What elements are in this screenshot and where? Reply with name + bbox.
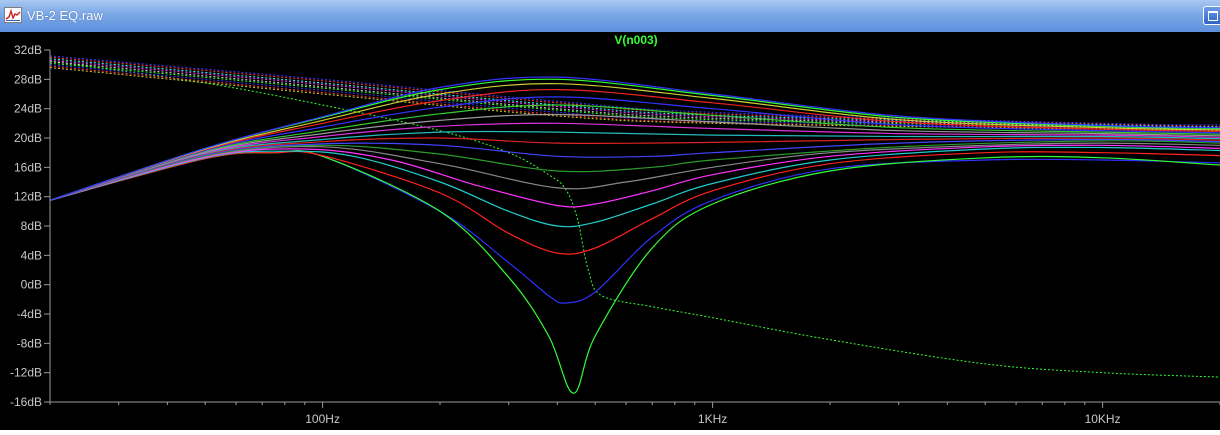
plot-pane[interactable]: 32dB 28dB 24dB 20dB 16dB 12dB 8dB 4dB 0dB -4dB -8d… bbox=[0, 32, 1220, 430]
magnitude-curve-11 bbox=[49, 122, 1220, 201]
maximize-button[interactable] bbox=[1203, 6, 1220, 25]
x-tick-label: 1KHz bbox=[698, 412, 727, 426]
window-title: VB-2 EQ.raw bbox=[27, 8, 103, 23]
y-tick-label: -4dB bbox=[17, 307, 42, 321]
y-tick-label: -8dB bbox=[17, 336, 42, 350]
waveform-icon bbox=[4, 7, 22, 23]
y-tick-label: 20dB bbox=[14, 131, 42, 145]
trace-title[interactable]: V(n003) bbox=[614, 33, 657, 47]
y-tick-label: 28dB bbox=[14, 72, 42, 86]
y-tick-label: -12dB bbox=[10, 366, 42, 380]
y-tick-label: 24dB bbox=[14, 102, 42, 116]
y-tick-label: -16dB bbox=[10, 395, 42, 409]
y-tick-label: 16dB bbox=[14, 160, 42, 174]
y-tick-label: 32dB bbox=[14, 43, 42, 57]
bode-plot[interactable]: 32dB 28dB 24dB 20dB 16dB 12dB 8dB 4dB 0dB -4dB -8d… bbox=[0, 32, 1220, 430]
x-tick-label: 10KHz bbox=[1085, 412, 1121, 426]
y-tick-label: 8dB bbox=[21, 219, 42, 233]
y-tick-label: 4dB bbox=[21, 248, 42, 262]
phase-curve-4 bbox=[49, 58, 1220, 128]
phase-curve-2 bbox=[49, 55, 1220, 126]
phase-curve-1 bbox=[49, 60, 1220, 378]
magnitude-curve-2 bbox=[49, 150, 1220, 394]
window-titlebar: VB-2 EQ.raw bbox=[0, 0, 1220, 33]
y-tick-label: 0dB bbox=[21, 278, 42, 292]
y-tick-label: 12dB bbox=[14, 190, 42, 204]
magnitude-curve-1 bbox=[49, 150, 1220, 304]
phase-curve-7 bbox=[49, 62, 1220, 130]
x-tick-label: 100Hz bbox=[305, 412, 340, 426]
magnitude-curve-3 bbox=[49, 150, 1220, 255]
phase-curve-3 bbox=[49, 56, 1220, 127]
